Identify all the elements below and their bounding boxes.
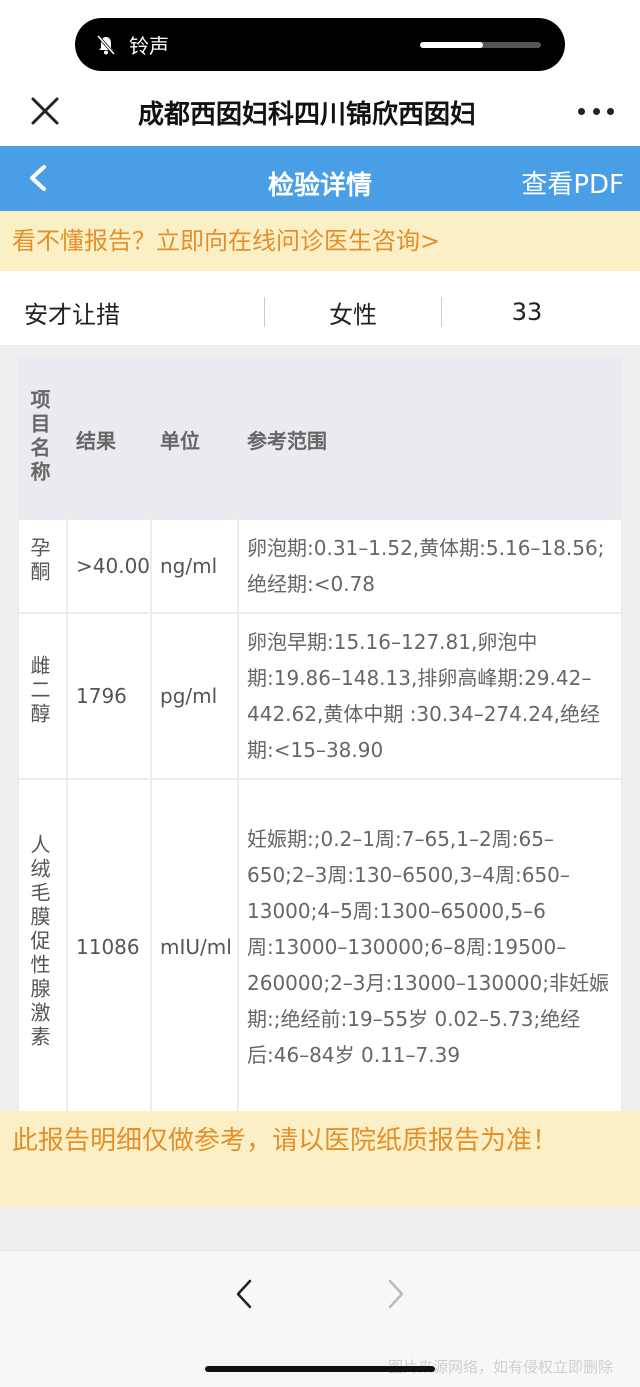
page-title: 成都西囡妇科四川锦欣西囡妇 (138, 100, 477, 130)
row-unit: mIU/ml (150, 778, 239, 1116)
bell-muted-icon (95, 34, 117, 56)
results-table: 项目名称 结果 单位 参考范围 孕酮 >40.00 ng/ml 卵泡期:0.31… (17, 358, 623, 1116)
row-result: 11086 (66, 778, 152, 1116)
row-result: >40.00 (66, 518, 152, 614)
ringer-label: 铃声 (129, 34, 169, 58)
app-header: 检验详情 查看PDF (0, 146, 640, 211)
row-unit: ng/ml (150, 518, 239, 614)
mini-program-titlebar: 成都西囡妇科四川锦欣西囡妇 (0, 80, 640, 146)
header-result: 结果 (66, 358, 152, 520)
header-name: 项目名称 (17, 358, 68, 520)
consult-banner[interactable]: 看不懂报告？立即向在线问诊医生咨询> (0, 211, 640, 271)
volume-bar (420, 42, 541, 48)
dynamic-island: 铃声 (75, 18, 565, 71)
table-row: 孕酮 >40.00 ng/ml 卵泡期:0.31–1.52,黄体期:5.16–1… (17, 518, 623, 614)
row-range: 妊娠期:;0.2–1周:7–65,1–2周:65–650;2–3周:130–65… (237, 778, 623, 1116)
row-result: 1796 (66, 612, 152, 780)
patient-age: 33 (511, 298, 543, 326)
disclaimer-notice: 此报告明细仅做参考，请以医院纸质报告为准！ (0, 1111, 640, 1207)
nav-forward-icon[interactable] (380, 1279, 410, 1309)
row-range: 卵泡期:0.31–1.52,黄体期:5.16–18.56;绝经期:<0.78 (237, 518, 623, 614)
patient-gender: 女性 (329, 300, 377, 329)
nav-back-icon[interactable] (230, 1279, 260, 1309)
header-unit: 单位 (150, 358, 239, 520)
more-icon[interactable] (578, 108, 614, 116)
table-row: 人绒毛膜促性腺激素 11086 mIU/ml 妊娠期:;0.2–1周:7–65,… (17, 778, 623, 1116)
table-row: 雌二醇 1796 pg/ml 卵泡早期:15.16–127.81,卵泡中期:19… (17, 612, 623, 780)
header-range: 参考范围 (237, 358, 623, 520)
row-name: 孕酮 (17, 518, 68, 614)
volume-fill (420, 42, 483, 48)
table-header-row: 项目名称 结果 单位 参考范围 (17, 358, 623, 520)
row-range: 卵泡早期:15.16–127.81,卵泡中期:19.86–148.13,排卵高峰… (237, 612, 623, 780)
close-icon[interactable] (28, 94, 62, 128)
patient-info: 安才让措 女性 33 (0, 283, 640, 341)
home-indicator[interactable] (205, 1366, 435, 1372)
row-unit: pg/ml (150, 612, 239, 780)
patient-name: 安才让措 (24, 300, 120, 329)
row-name: 雌二醇 (17, 612, 68, 780)
view-pdf-button[interactable]: 查看PDF (521, 164, 624, 201)
row-name: 人绒毛膜促性腺激素 (17, 778, 68, 1116)
